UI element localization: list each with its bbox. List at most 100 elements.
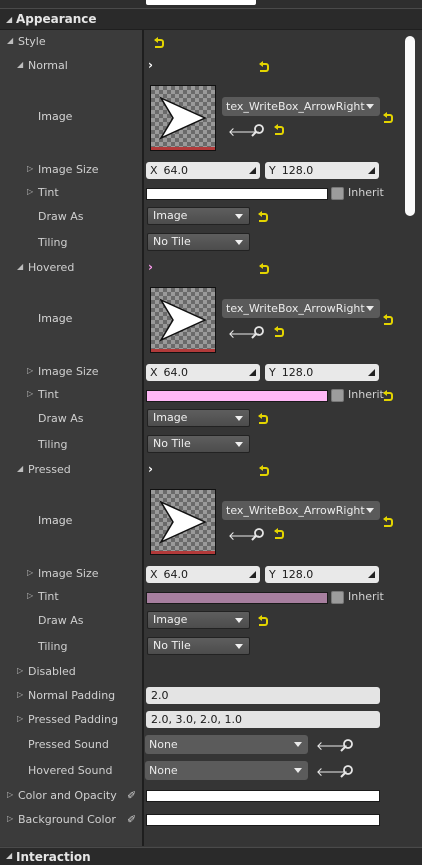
reset-to-default-icon[interactable]: [259, 61, 269, 72]
normal-image-asset-picker[interactable]: tex_WriteBox_ArrowRight: [222, 97, 380, 116]
drag-handle-icon[interactable]: [248, 166, 256, 174]
normal-padding-label: Normal Padding: [28, 689, 116, 702]
normal-tiling-dropdown[interactable]: No Tile: [147, 233, 250, 251]
expand-triangle-icon[interactable]: ▷: [27, 366, 33, 375]
pressed-size-x-input[interactable]: X 64.0: [146, 566, 260, 583]
inherit-checkbox[interactable]: [331, 187, 344, 200]
binding-icon[interactable]: ✐: [127, 813, 136, 826]
reset-to-default-icon[interactable]: [274, 124, 284, 135]
collapse-triangle-icon[interactable]: ◢: [17, 262, 23, 271]
tint-label: Tint: [38, 186, 59, 199]
hovered-image-thumbnail[interactable]: [150, 287, 216, 353]
hovered-size-x-input[interactable]: X 64.0: [146, 364, 260, 381]
browse-magnifier-icon[interactable]: [251, 527, 265, 541]
binding-icon[interactable]: ✐: [127, 789, 136, 802]
expand-triangle-icon[interactable]: ▷: [27, 187, 33, 196]
arrow-right-icon: [159, 298, 207, 342]
reset-to-default-icon[interactable]: [259, 263, 269, 274]
collapse-triangle-icon[interactable]: ◢: [7, 36, 13, 45]
pressed-padding-label: Pressed Padding: [28, 713, 119, 726]
expand-triangle-icon[interactable]: ▷: [17, 714, 23, 723]
expand-triangle-icon[interactable]: ▷: [7, 790, 13, 799]
normal-padding-input[interactable]: 2.0: [146, 687, 380, 704]
hovered-size-y-input[interactable]: Y 128.0: [265, 364, 379, 381]
reset-to-default-icon[interactable]: [258, 211, 268, 222]
chevron-down-icon: [294, 768, 302, 773]
hovered-tint-swatch[interactable]: [146, 390, 328, 402]
hovered-sound-picker[interactable]: None: [145, 761, 308, 780]
category-appearance[interactable]: ◢ Appearance: [0, 8, 422, 30]
collapse-triangle-icon: ◢: [6, 15, 13, 24]
collapse-triangle-icon[interactable]: ◢: [17, 60, 23, 69]
column-splitter[interactable]: [142, 30, 144, 846]
hovered-sound-label: Hovered Sound: [28, 764, 113, 777]
asset-name: tex_WriteBox_ArrowRight: [226, 504, 365, 517]
browse-magnifier-icon[interactable]: [340, 764, 354, 778]
previous-field-stub: [146, 0, 256, 5]
pressed-image-thumbnail[interactable]: [150, 489, 216, 555]
reset-to-default-icon[interactable]: [383, 112, 393, 123]
color-and-opacity-swatch[interactable]: [146, 790, 380, 802]
inherit-label: Inherit: [348, 388, 384, 401]
normal-label: Normal: [28, 59, 68, 72]
reset-to-default-icon[interactable]: [274, 528, 284, 539]
expand-triangle-icon[interactable]: ▷: [17, 666, 23, 675]
chevron-down-icon: [235, 618, 243, 623]
reset-to-default-icon[interactable]: [258, 615, 268, 626]
reset-to-default-icon[interactable]: [258, 413, 268, 424]
reset-to-default-icon[interactable]: [274, 326, 284, 337]
drag-handle-icon[interactable]: [248, 570, 256, 578]
tiling-label: Tiling: [38, 236, 68, 249]
scrollbar-thumb[interactable]: [405, 36, 415, 216]
collapse-triangle-icon[interactable]: ◢: [17, 464, 23, 473]
inherit-checkbox[interactable]: [331, 591, 344, 604]
asset-name: tex_WriteBox_ArrowRight: [226, 302, 365, 315]
hovered-draw-as-dropdown[interactable]: Image: [147, 409, 250, 427]
category-interaction[interactable]: ◢ Interaction: [0, 847, 422, 865]
hovered-image-asset-picker[interactable]: tex_WriteBox_ArrowRight: [222, 299, 380, 318]
pressed-tint-swatch[interactable]: [146, 592, 328, 604]
expand-triangle-icon[interactable]: ▷: [27, 591, 33, 600]
pressed-image-asset-picker[interactable]: tex_WriteBox_ArrowRight: [222, 501, 380, 520]
pressed-sound-picker[interactable]: None: [145, 735, 308, 754]
expand-triangle-icon[interactable]: ▷: [27, 568, 33, 577]
drag-handle-icon[interactable]: [367, 570, 375, 578]
drag-handle-icon[interactable]: [248, 368, 256, 376]
reset-to-default-icon[interactable]: [154, 37, 164, 48]
pressed-size-y-input[interactable]: Y 128.0: [265, 566, 379, 583]
normal-draw-as-dropdown[interactable]: Image: [147, 207, 250, 225]
inherit-checkbox[interactable]: [331, 389, 344, 402]
background-color-swatch[interactable]: [146, 814, 380, 826]
thumbnail-underline: [151, 147, 215, 150]
inherit-label: Inherit: [348, 590, 384, 603]
inherit-label: Inherit: [348, 186, 384, 199]
normal-size-y-input[interactable]: Y 128.0: [265, 162, 379, 179]
category-interaction-label: Interaction: [16, 850, 91, 864]
normal-image-thumbnail[interactable]: [150, 85, 216, 151]
chevron-down-icon: [235, 240, 243, 245]
expand-triangle-icon[interactable]: ▷: [7, 814, 13, 823]
image-size-label: Image Size: [38, 163, 99, 176]
expand-triangle-icon[interactable]: ▷: [27, 164, 33, 173]
hovered-tiling-dropdown[interactable]: No Tile: [147, 435, 250, 453]
disabled-label: Disabled: [28, 665, 76, 678]
pressed-tiling-dropdown[interactable]: No Tile: [147, 637, 250, 655]
drag-handle-icon[interactable]: [367, 368, 375, 376]
pressed-draw-as-dropdown[interactable]: Image: [147, 611, 250, 629]
chevron-right-icon: ›: [148, 260, 153, 274]
reset-to-default-icon[interactable]: [383, 314, 393, 325]
expand-triangle-icon[interactable]: ▷: [17, 690, 23, 699]
browse-magnifier-icon[interactable]: [251, 325, 265, 339]
reset-to-default-icon[interactable]: [383, 390, 393, 401]
browse-magnifier-icon[interactable]: [251, 123, 265, 137]
pressed-padding-input[interactable]: 2.0, 3.0, 2.0, 1.0: [146, 711, 380, 728]
normal-size-x-input[interactable]: X 64.0: [146, 162, 260, 179]
browse-magnifier-icon[interactable]: [340, 738, 354, 752]
reset-to-default-icon[interactable]: [383, 516, 393, 527]
expand-triangle-icon[interactable]: ▷: [27, 389, 33, 398]
reset-to-default-icon[interactable]: [259, 465, 269, 476]
details-panel: ◢ Appearance ◢ Style ◢ Normal › Image te…: [0, 0, 422, 865]
normal-tint-swatch[interactable]: [146, 188, 328, 200]
drag-handle-icon[interactable]: [367, 166, 375, 174]
pressed-label: Pressed: [28, 463, 71, 476]
